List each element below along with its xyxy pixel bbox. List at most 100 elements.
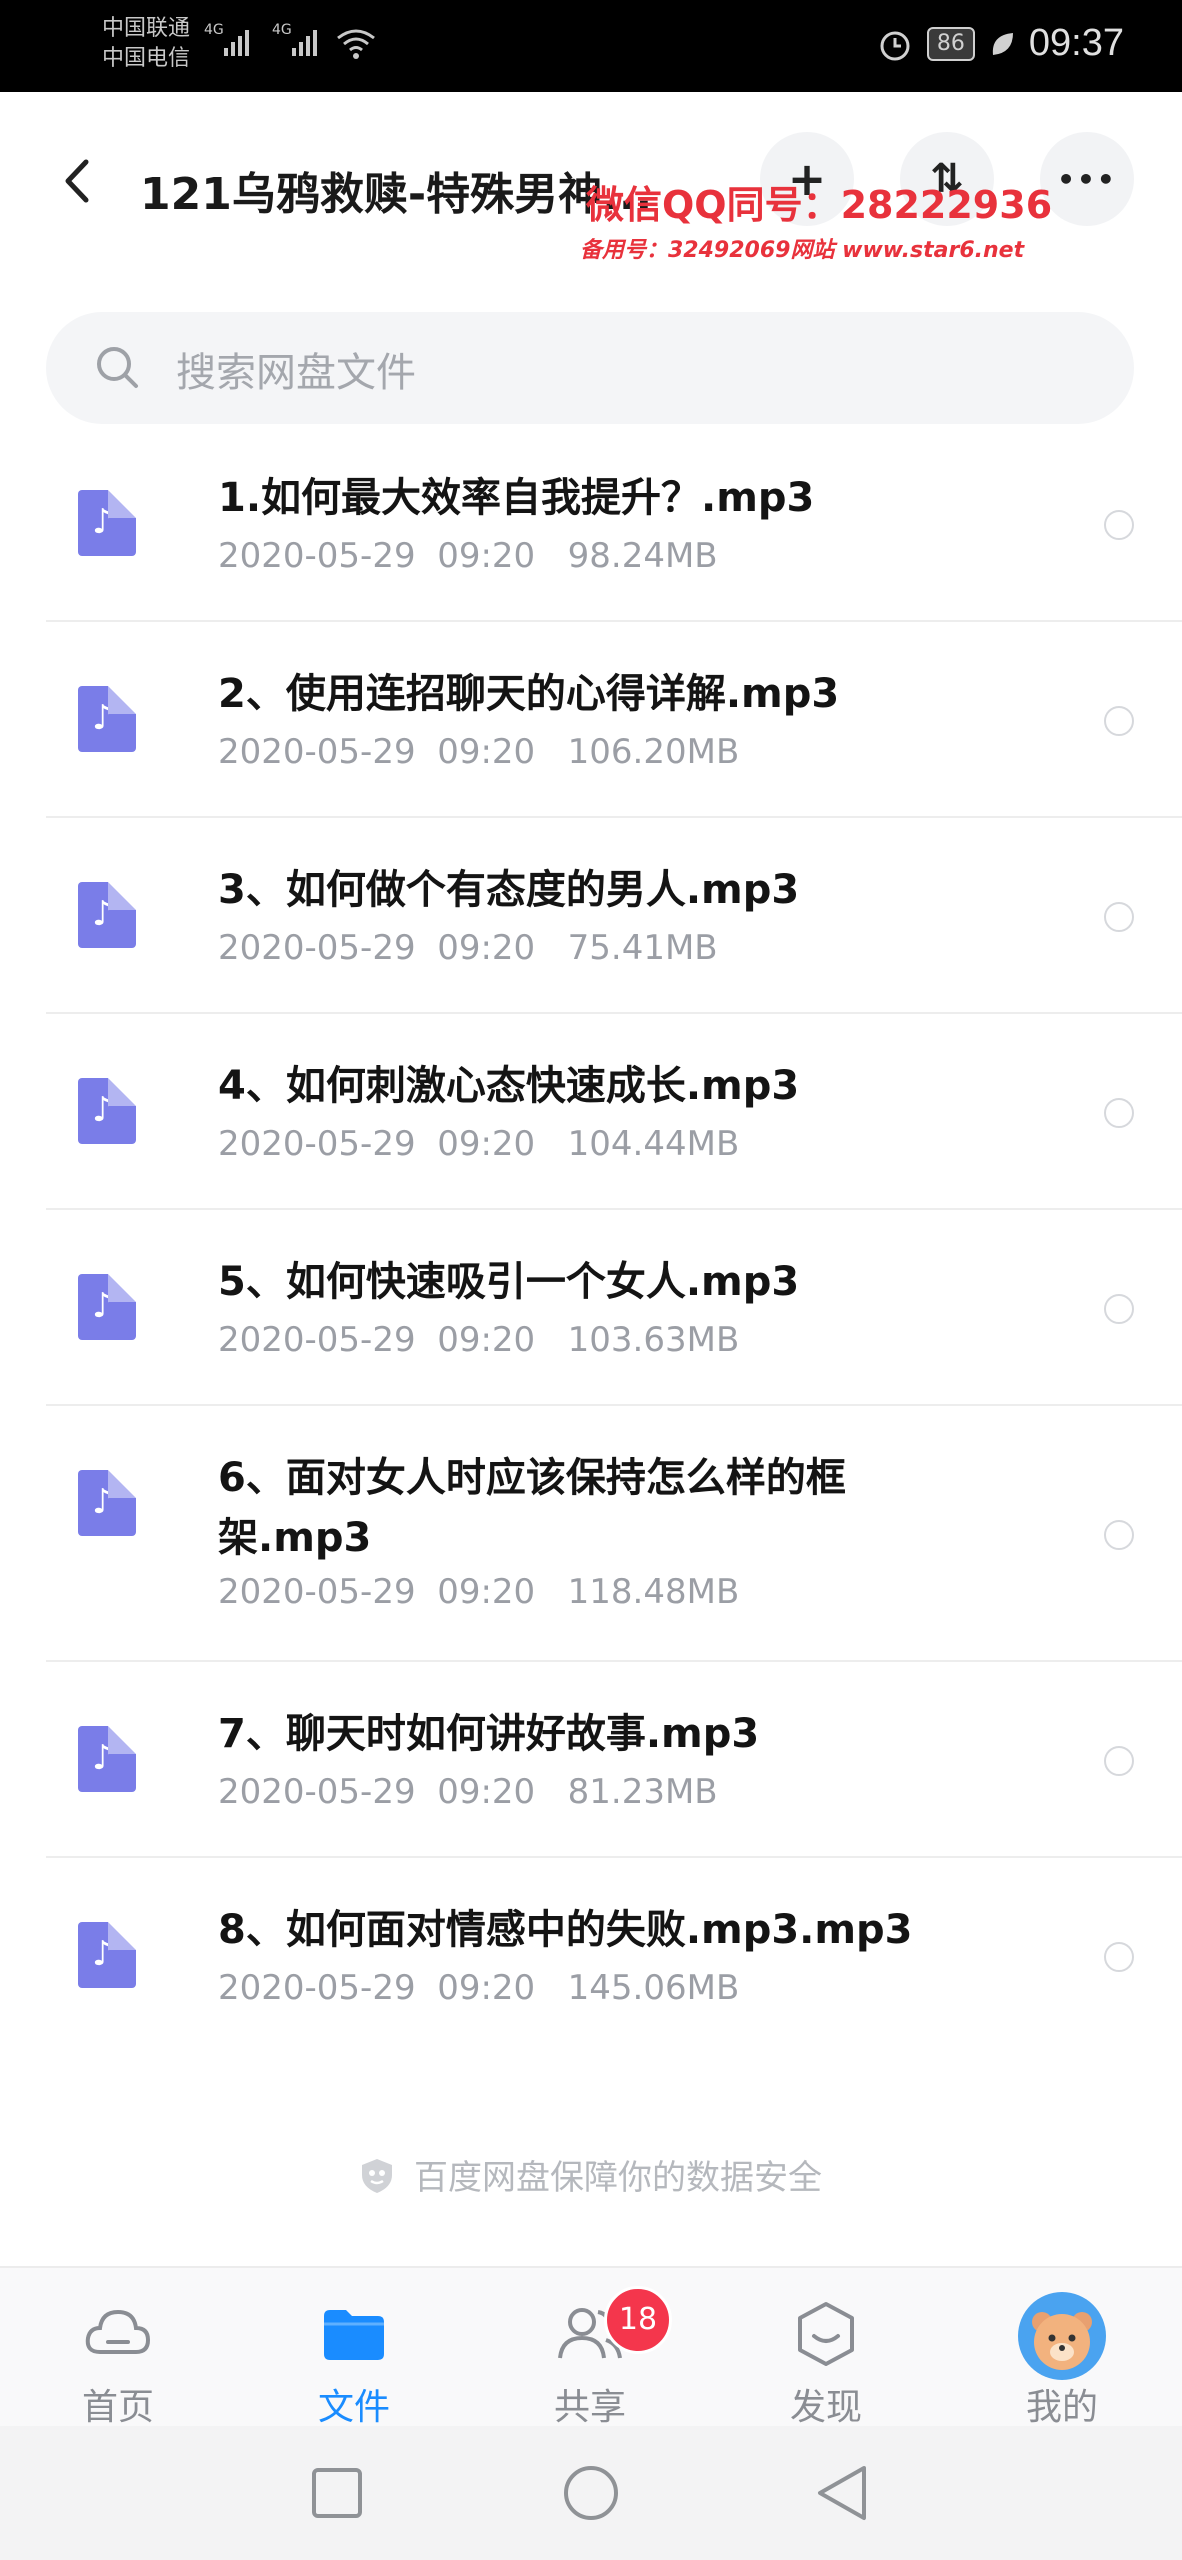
discover-icon	[798, 2302, 854, 2366]
file-row[interactable]: ♪ 7、聊天时如何讲好故事.mp3 2020-05-29 09:20 81.23…	[46, 1662, 1182, 1858]
tab-home[interactable]: 首页	[18, 2268, 218, 2428]
audio-file-icon: ♪	[78, 1470, 136, 1536]
file-size: 98.24MB	[567, 536, 718, 576]
audio-file-icon: ♪	[78, 490, 136, 556]
signal-icon-2	[292, 30, 317, 56]
file-meta: 2020-05-29 09:20 75.41MB	[218, 928, 718, 968]
audio-file-icon: ♪	[78, 1726, 136, 1792]
folder-icon	[324, 2310, 384, 2360]
file-size: 81.23MB	[567, 1772, 718, 1812]
select-radio[interactable]	[1104, 1520, 1134, 1550]
battery-indicator: 86	[926, 26, 975, 61]
select-radio[interactable]	[1104, 706, 1134, 736]
security-note: 百度网盘保障你的数据安全	[0, 2150, 1182, 2199]
file-row[interactable]: ♪ 6、面对女人时应该保持怎么样的框架.mp3 2020-05-29 09:20…	[46, 1406, 1182, 1662]
wifi-icon	[337, 29, 375, 59]
file-size: 118.48MB	[567, 1572, 740, 1612]
signal-icon	[224, 30, 249, 56]
select-radio[interactable]	[1104, 1942, 1134, 1972]
file-date: 2020-05-29 09:20	[218, 928, 536, 968]
file-row[interactable]: ♪ 2、使用连招聊天的心得详解.mp3 2020-05-29 09:20 106…	[46, 622, 1182, 818]
share-badge: 18	[604, 2286, 672, 2354]
file-date: 2020-05-29 09:20	[218, 1572, 536, 1612]
tab-mine[interactable]: 我的	[962, 2268, 1162, 2428]
file-name: 7、聊天时如何讲好故事.mp3	[218, 1711, 760, 1757]
recent-apps-icon[interactable]	[310, 2466, 364, 2520]
file-meta: 2020-05-29 09:20 103.63MB	[218, 1320, 739, 1360]
select-radio[interactable]	[1104, 510, 1134, 540]
page-title: 121乌鸦救赎-特殊男神...	[140, 169, 653, 220]
watermark-site: 备用号：32492069网站 www.star6.net	[580, 238, 1025, 263]
network-type-1: 4G	[204, 22, 224, 38]
back-icon[interactable]	[56, 156, 96, 206]
leaf-icon	[992, 32, 1013, 55]
file-name: 4、如何刺激心态快速成长.mp3	[218, 1063, 800, 1109]
file-date: 2020-05-29 09:20	[218, 1320, 536, 1360]
file-name: 2、使用连招聊天的心得详解.mp3	[218, 671, 840, 717]
header: 121乌鸦救赎-特殊男神... + ⇅ ••• 微信QQ同号：28222936 …	[0, 92, 1182, 272]
tab-share-label: 共享	[553, 2387, 626, 2428]
file-date: 2020-05-29 09:20	[218, 1124, 536, 1164]
more-button[interactable]: •••	[1040, 132, 1134, 226]
file-name: 3、如何做个有态度的男人.mp3	[218, 867, 800, 913]
select-radio[interactable]	[1104, 1294, 1134, 1324]
file-row[interactable]: ♪ 8、如何面对情感中的失败.mp3.mp3 2020-05-29 09:20 …	[46, 1858, 1182, 2052]
search-bar[interactable]: 搜索网盘文件	[46, 312, 1134, 424]
file-row[interactable]: ♪ 4、如何刺激心态快速成长.mp3 2020-05-29 09:20 104.…	[46, 1014, 1182, 1210]
audio-file-icon: ♪	[78, 686, 136, 752]
shield-icon	[362, 2159, 392, 2193]
cloud-icon	[85, 2309, 151, 2354]
search-placeholder: 搜索网盘文件	[176, 350, 416, 396]
file-row[interactable]: ♪ 5、如何快速吸引一个女人.mp3 2020-05-29 09:20 103.…	[46, 1210, 1182, 1406]
file-name: 8、如何面对情感中的失败.mp3.mp3	[218, 1907, 913, 1953]
tab-discover-label: 发现	[789, 2387, 862, 2428]
select-radio[interactable]	[1104, 1746, 1134, 1776]
audio-file-icon: ♪	[78, 882, 136, 948]
home-circle-icon[interactable]	[562, 2464, 620, 2522]
file-name: 6、面对女人时应该保持怎么样的框架.mp3	[218, 1455, 846, 1561]
file-name: 5、如何快速吸引一个女人.mp3	[218, 1259, 800, 1305]
file-meta: 2020-05-29 09:20 145.06MB	[218, 1968, 739, 2008]
tab-discover[interactable]: 发现	[726, 2268, 926, 2428]
status-right: 86 09:37	[877, 22, 1124, 65]
carrier-info: 中国联通 中国电信	[102, 14, 190, 74]
file-date: 2020-05-29 09:20	[218, 1968, 536, 2008]
file-size: 103.63MB	[567, 1320, 740, 1360]
alarm-icon	[880, 31, 910, 60]
file-meta: 2020-05-29 09:20 98.24MB	[218, 536, 718, 576]
tab-mine-label: 我的	[1025, 2387, 1098, 2428]
bear-avatar-icon	[1032, 2312, 1092, 2370]
file-size: 75.41MB	[567, 928, 718, 968]
file-meta: 2020-05-29 09:20 104.44MB	[218, 1124, 739, 1164]
carrier-1: 中国联通	[102, 16, 191, 41]
audio-file-icon: ♪	[78, 1922, 136, 1988]
select-radio[interactable]	[1104, 902, 1134, 932]
back-triangle-icon[interactable]	[814, 2464, 870, 2522]
file-date: 2020-05-29 09:20	[218, 536, 536, 576]
bottom-nav: 首页 文件 18 共享 发现 我的	[0, 2266, 1182, 2428]
tab-files-label: 文件	[317, 2387, 390, 2428]
tab-home-label: 首页	[81, 2387, 154, 2428]
security-note-text: 百度网盘保障你的数据安全	[414, 2158, 822, 2198]
network-type-2: 4G	[272, 22, 292, 38]
status-bar: 中国联通 中国电信 4G 4G 86 09:37	[0, 0, 1182, 92]
audio-file-icon: ♪	[78, 1078, 136, 1144]
audio-file-icon: ♪	[78, 1274, 136, 1340]
file-date: 2020-05-29 09:20	[218, 732, 536, 772]
file-size: 106.20MB	[567, 732, 740, 772]
search-icon	[97, 347, 138, 388]
system-nav-bar	[0, 2426, 1182, 2560]
file-size: 104.44MB	[567, 1124, 740, 1164]
carrier-2: 中国电信	[102, 46, 191, 71]
watermark-contact: 微信QQ同号：28222936	[586, 183, 1053, 227]
tab-files[interactable]: 文件	[254, 2268, 454, 2428]
file-size: 145.06MB	[567, 1968, 740, 2008]
file-date: 2020-05-29 09:20	[218, 1772, 536, 1812]
select-radio[interactable]	[1104, 1098, 1134, 1128]
file-meta: 2020-05-29 09:20 118.48MB	[218, 1572, 739, 1612]
tab-share[interactable]: 18 共享	[490, 2268, 690, 2428]
file-meta: 2020-05-29 09:20 106.20MB	[218, 732, 739, 772]
avatar	[1018, 2292, 1106, 2380]
file-row[interactable]: ♪ 3、如何做个有态度的男人.mp3 2020-05-29 09:20 75.4…	[46, 818, 1182, 1014]
file-row[interactable]: ♪ 1.如何最大效率自我提升？.mp3 2020-05-29 09:20 98.…	[46, 426, 1182, 622]
